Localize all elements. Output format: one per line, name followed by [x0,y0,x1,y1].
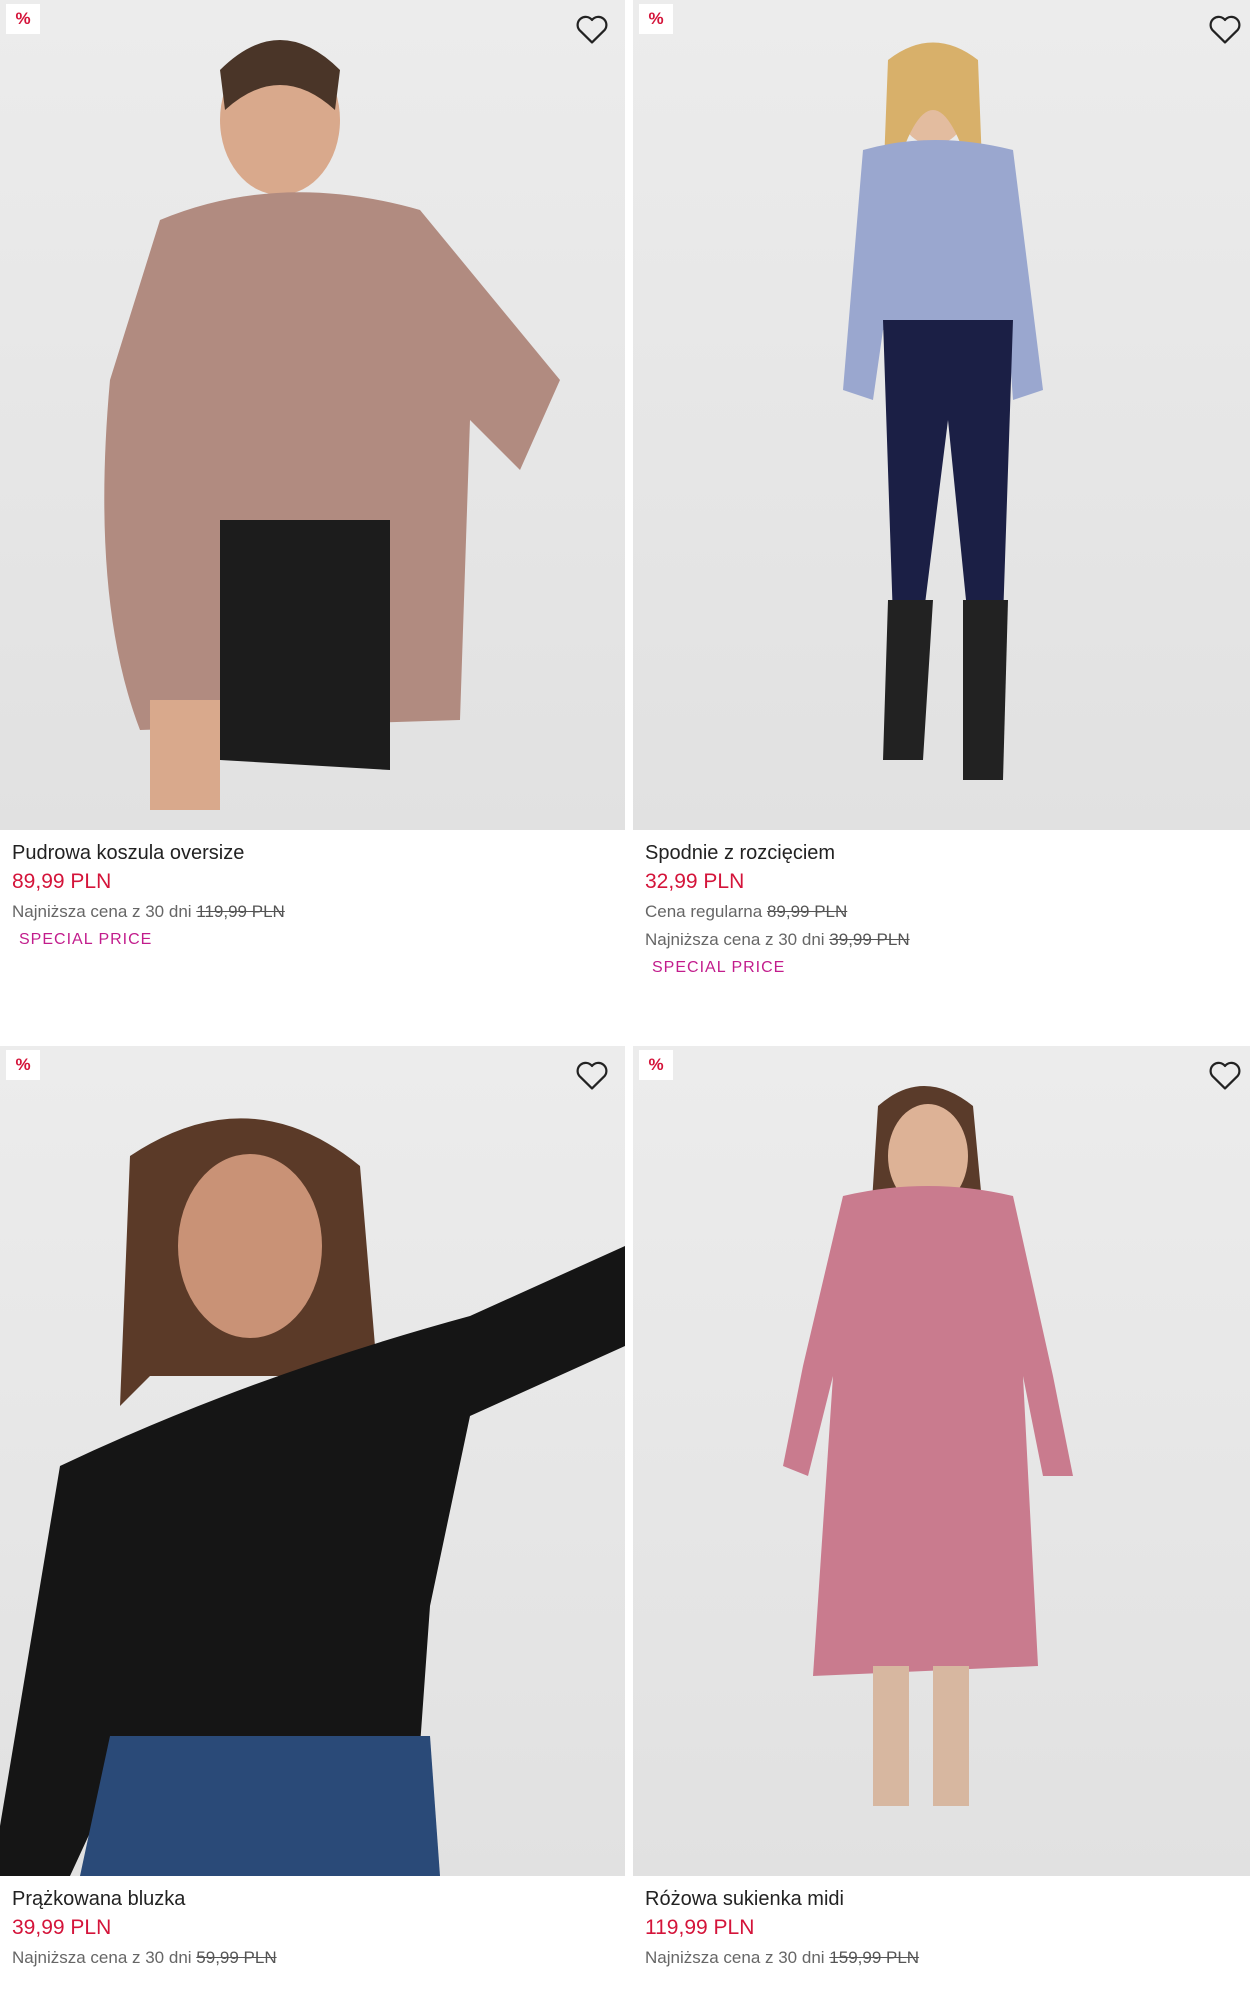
lowest-price-value: 39,99 PLN [829,930,910,949]
lowest-price-label: Najniższa cena z 30 dni [12,1948,192,1967]
model-photo-blue-shirt [843,42,1043,780]
heart-icon[interactable] [1206,10,1244,48]
product-price: 89,99 PLN [12,870,112,893]
product-name[interactable]: Prążkowana bluzka [12,1886,613,1912]
model-photo-black-blouse [0,1118,625,1876]
regular-price-note: Cena regularna 89,99 PLN [645,898,1246,926]
product-image[interactable]: % [633,0,1250,830]
product-price: 32,99 PLN [645,870,745,893]
product-name[interactable]: Różowa sukienka midi [645,1886,1246,1912]
product-card[interactable]: % Spodnie z rozcięciem 32,99 PLN Cena re… [633,0,1250,982]
lowest-price-note: Najniższa cena z 30 dni 159,99 PLN [645,1944,1246,1972]
special-price-tag: SPECIAL PRICE [19,931,153,948]
discount-badge: % [6,4,40,34]
discount-badge: % [639,4,673,34]
product-card[interactable]: % Różowa sukienka midi 119,99 PLN Najniż… [633,1046,1250,1972]
discount-badge: % [6,1050,40,1080]
product-image[interactable]: % [0,1046,625,1876]
regular-price-value: 89,99 PLN [766,902,848,921]
regular-price-label: Cena regularna [645,902,763,921]
lowest-price-label: Najniższa cena z 30 dni [645,1948,825,1967]
lowest-price-value: 119,99 PLN [196,902,285,921]
product-name[interactable]: Pudrowa koszula oversize [12,840,613,866]
product-price: 39,99 PLN [12,1916,112,1939]
special-price-tag: SPECIAL PRICE [652,959,786,976]
product-price: 119,99 PLN [645,1916,755,1939]
product-card[interactable]: % Prążkowana bluzka 39,99 PLN Najniższa … [0,1046,625,1972]
lowest-price-note: Najniższa cena z 30 dni 39,99 PLN [645,926,1246,954]
model-photo-pink-dress [783,1086,1073,1806]
lowest-price-note: Najniższa cena z 30 dni 59,99 PLN [12,1944,613,1972]
product-name[interactable]: Spodnie z rozcięciem [645,840,1246,866]
model-photo-pink-shirt [104,40,561,810]
lowest-price-note: Najniższa cena z 30 dni 119,99 PLN [12,898,613,926]
heart-icon[interactable] [573,1056,611,1094]
lowest-price-value: 59,99 PLN [196,1948,277,1967]
lowest-price-value: 159,99 PLN [829,1948,920,1967]
heart-icon[interactable] [1206,1056,1244,1094]
lowest-price-label: Najniższa cena z 30 dni [645,930,825,949]
product-image[interactable]: % [0,0,625,830]
product-image[interactable]: % [633,1046,1250,1876]
product-card[interactable]: % Pudrowa koszula oversize 89,99 PLN Naj… [0,0,625,954]
heart-icon[interactable] [573,10,611,48]
lowest-price-label: Najniższa cena z 30 dni [12,902,192,921]
discount-badge: % [639,1050,673,1080]
